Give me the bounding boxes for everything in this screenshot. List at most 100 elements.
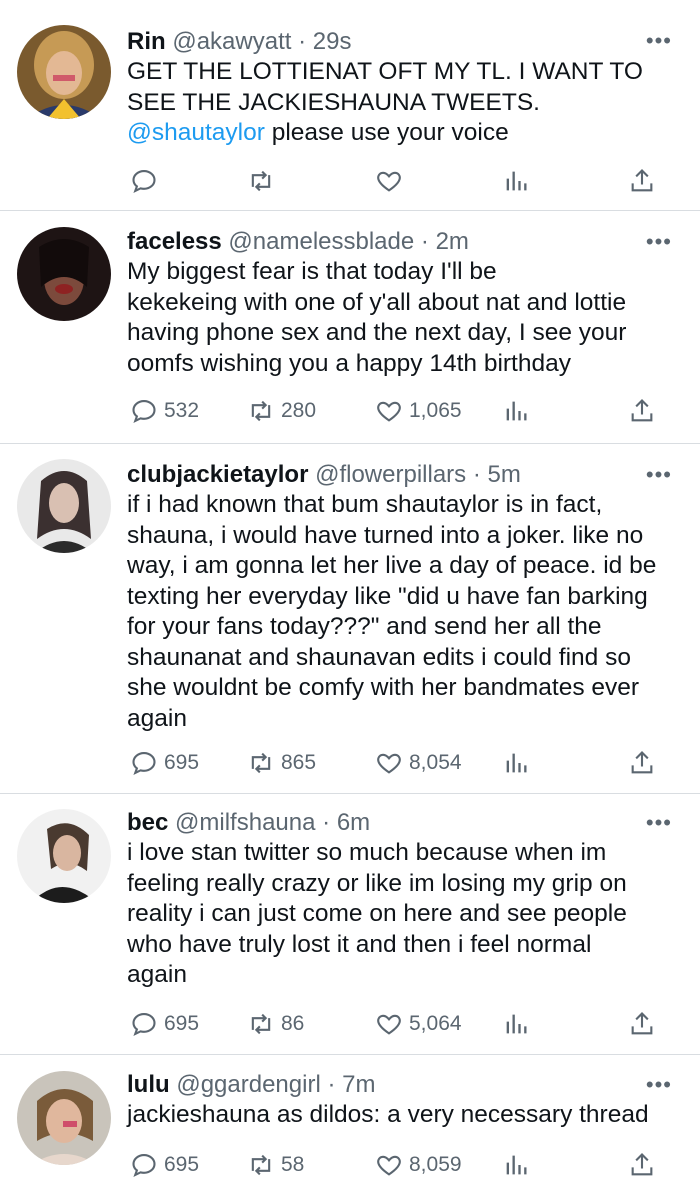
reply-button[interactable] (130, 166, 164, 196)
more-options-icon[interactable]: ••• (646, 464, 672, 486)
user-handle[interactable]: @flowerpillars (315, 461, 466, 488)
like-button[interactable]: 1,065 (375, 396, 462, 426)
user-handle[interactable]: @ggardengirl (176, 1071, 320, 1098)
avatar[interactable] (17, 25, 111, 119)
like-count: 1,065 (409, 399, 462, 422)
retweet-count: 86 (281, 1012, 305, 1035)
analytics-icon (506, 401, 527, 421)
share-button[interactable] (628, 166, 656, 196)
display-name[interactable]: lulu (127, 1071, 170, 1098)
like-count: 8,054 (409, 751, 462, 774)
more-options-icon[interactable]: ••• (646, 30, 672, 52)
reply-icon (132, 1013, 156, 1036)
mention-link[interactable]: @shautaylor (127, 119, 265, 146)
share-button[interactable] (628, 748, 656, 778)
heart-icon (377, 171, 401, 192)
share-icon (631, 1012, 653, 1035)
retweet-button[interactable] (247, 166, 281, 196)
tweet-text-segment: please use your voice (264, 119, 509, 146)
tweet[interactable]: Rin @akawyatt · 29s GET THE LOTTIENAT OF… (0, 0, 700, 211)
analytics-button[interactable] (502, 1150, 530, 1180)
tweet-text-line: who have truly lost it and then i feel n… (127, 930, 592, 958)
tweet-text-line: again (127, 704, 187, 732)
retweet-icon (251, 1154, 271, 1176)
heart-icon (377, 753, 401, 774)
retweet-button[interactable]: 58 (247, 1150, 304, 1180)
retweet-icon (251, 1013, 271, 1035)
reply-count: 695 (164, 1153, 200, 1176)
avatar[interactable] (17, 459, 111, 553)
like-button[interactable]: 5,064 (375, 1009, 462, 1039)
tweet-text-line: way, i am gonna let her live a day of pe… (127, 552, 657, 579)
reply-button[interactable]: 532 (130, 396, 199, 426)
retweet-button[interactable]: 86 (247, 1009, 304, 1039)
tweet-text-line: having phone sex and the next day, I see… (127, 319, 627, 346)
reply-count: 695 (164, 751, 200, 774)
retweet-icon (251, 170, 271, 192)
tweet-header: Rin @akawyatt · 29s (127, 27, 680, 57)
share-button[interactable] (628, 396, 656, 426)
separator-dot: · (322, 809, 331, 836)
tweet-text-line: again (127, 961, 187, 988)
more-options-icon[interactable]: ••• (646, 1074, 672, 1096)
user-handle[interactable]: @namelessblade (228, 228, 414, 255)
retweet-button[interactable]: 865 (247, 748, 316, 778)
user-handle[interactable]: @milfshauna (175, 809, 315, 836)
tweet-header: lulu @ggardengirl · 7m (127, 1070, 680, 1100)
tweet-text-line: she wouldnt be comfy with her bandmates … (127, 674, 640, 701)
retweet-button[interactable]: 280 (247, 396, 316, 426)
avatar[interactable] (17, 1071, 111, 1165)
separator-dot: · (420, 228, 429, 255)
timestamp[interactable]: 29s (313, 28, 352, 55)
tweet-text: if i had known that bum shautaylor is in… (127, 490, 680, 734)
tweet[interactable]: lulu @ggardengirl · 7m jackieshauna as d… (0, 1055, 700, 1200)
tweet-text: i love stan twitter so much because when… (127, 838, 680, 991)
display-name[interactable]: clubjackietaylor (127, 461, 308, 488)
reply-icon (132, 752, 156, 775)
tweet-text-line: i love stan twitter so much because when… (127, 839, 607, 866)
analytics-icon (506, 1155, 527, 1175)
more-options-icon[interactable]: ••• (646, 231, 672, 253)
retweet-icon (251, 752, 271, 774)
display-name[interactable]: Rin (127, 28, 166, 55)
timestamp[interactable]: 6m (337, 809, 370, 836)
reply-count: 695 (164, 1012, 200, 1035)
analytics-button[interactable] (502, 748, 530, 778)
share-icon (631, 1153, 653, 1176)
analytics-button[interactable] (502, 396, 530, 426)
tweet-text-line: SEE THE JACKIESHAUNA TWEETS. (127, 88, 540, 116)
reply-button[interactable]: 695 (130, 1150, 199, 1180)
share-button[interactable] (628, 1009, 656, 1039)
tweet[interactable]: faceless @namelessblade · 2m My biggest … (0, 211, 700, 444)
like-button[interactable]: 8,054 (375, 748, 462, 778)
reply-button[interactable]: 695 (130, 1009, 199, 1039)
reply-count: 532 (164, 399, 200, 422)
user-handle[interactable]: @akawyatt (172, 28, 291, 55)
reply-icon (132, 400, 156, 423)
avatar[interactable] (17, 809, 111, 903)
timestamp[interactable]: 5m (488, 461, 521, 488)
analytics-button[interactable] (502, 1009, 530, 1039)
tweet-text-line: oomfs wishing you a happy 14th birthday (127, 349, 571, 377)
more-options-icon[interactable]: ••• (646, 812, 672, 834)
display-name[interactable]: faceless (127, 228, 222, 255)
like-button[interactable] (375, 166, 409, 196)
analytics-button[interactable] (502, 166, 530, 196)
analytics-icon (506, 753, 527, 773)
like-button[interactable]: 8,059 (375, 1150, 462, 1180)
timestamp[interactable]: 7m (342, 1071, 375, 1098)
like-count: 8,059 (409, 1153, 462, 1176)
tweet-text-line: texting her everyday like "did u have fa… (127, 582, 648, 610)
tweet-text-line: for your fans today???" and send her all… (127, 613, 602, 640)
tweet-text: GET THE LOTTIENAT OFT MY TL. I WANT TO S… (127, 57, 680, 149)
action-bar: 695 865 8,054 (125, 748, 700, 778)
reply-icon (132, 1154, 156, 1177)
share-button[interactable] (628, 1150, 656, 1180)
timestamp[interactable]: 2m (436, 228, 469, 255)
display-name[interactable]: bec (127, 809, 168, 836)
tweet[interactable]: clubjackietaylor @flowerpillars · 5m if … (0, 444, 700, 794)
reply-button[interactable]: 695 (130, 748, 199, 778)
retweet-count: 865 (281, 751, 317, 774)
avatar[interactable] (17, 227, 111, 321)
tweet[interactable]: bec @milfshauna · 6m i love stan twitter… (0, 794, 700, 1055)
